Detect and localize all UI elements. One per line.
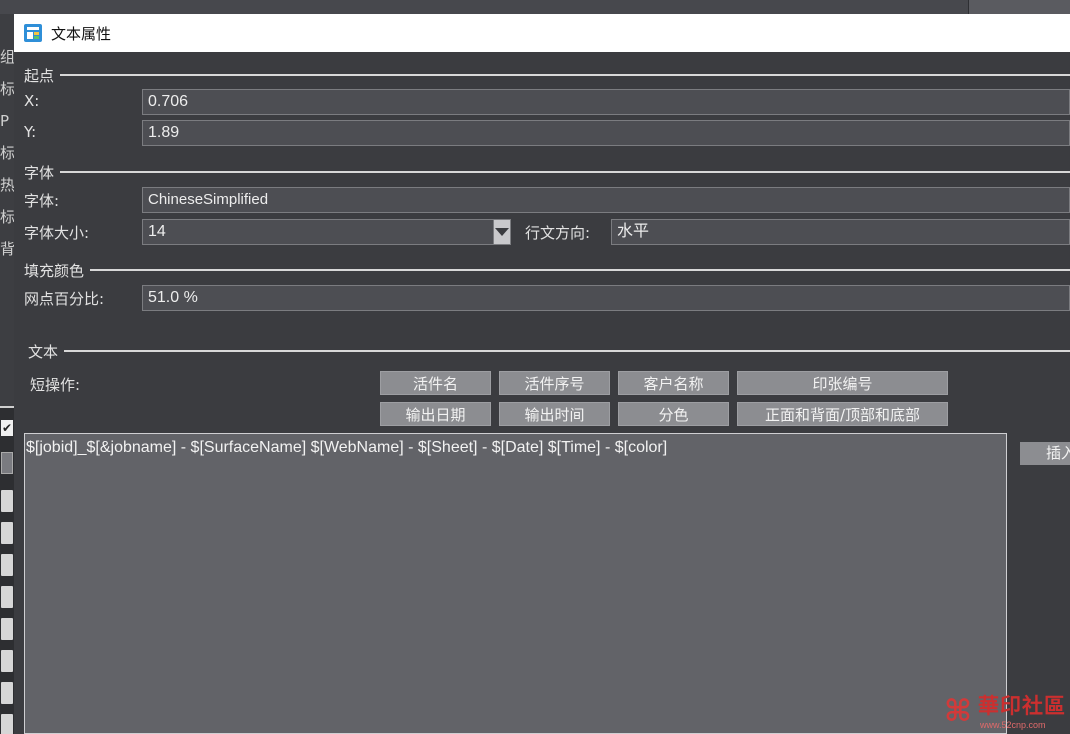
background-field[interactable] — [1, 452, 13, 474]
background-label: 标 — [0, 208, 14, 226]
watermark-logo-icon: ⌘ — [944, 694, 972, 729]
dialog-titlebar[interactable]: 文本属性 — [14, 14, 1070, 52]
section-text: 文本 — [28, 341, 1070, 361]
section-fill-title: 填充颜色 — [24, 261, 85, 280]
y-input[interactable]: 1.89 — [142, 120, 1070, 146]
section-font-title: 字体 — [24, 163, 55, 182]
job-name-button[interactable]: 活件名 — [380, 371, 491, 395]
background-label: 标 — [0, 144, 14, 162]
text-content-area[interactable]: $[jobid]_$[&jobname] - $[SurfaceName] $[… — [24, 433, 1007, 734]
dot-percent-input[interactable]: 51.0 % — [142, 285, 1070, 311]
rect-tool-icon[interactable] — [1, 618, 13, 640]
output-time-button[interactable]: 输出时间 — [499, 402, 610, 426]
section-divider — [60, 74, 1070, 76]
x-input[interactable]: 0.706 — [142, 89, 1070, 115]
output-date-button[interactable]: 输出日期 — [380, 402, 491, 426]
insert-button[interactable]: 插入 — [1020, 442, 1070, 465]
section-divider — [64, 350, 1070, 352]
site-watermark: ⌘ 華印社區 www.52cnp.com — [940, 692, 1070, 734]
dot-percent-label: 网点百分比: — [24, 290, 105, 308]
section-origin-title: 起点 — [24, 66, 55, 85]
font-label: 字体: — [24, 192, 60, 210]
x-label: X: — [24, 92, 40, 110]
watermark-url: www.52cnp.com — [980, 720, 1046, 730]
select-tool-icon[interactable] — [1, 490, 13, 512]
section-fill-color: 填充颜色 — [24, 260, 1070, 280]
hand-tool-icon[interactable] — [1, 522, 13, 544]
background-label: P — [0, 112, 10, 130]
section-origin: 起点 — [24, 65, 1070, 85]
section-divider — [60, 171, 1070, 173]
text-direction-select[interactable]: 水平 — [611, 219, 1070, 245]
y-label: Y: — [24, 123, 37, 141]
ellipse-tool-icon[interactable] — [1, 554, 13, 576]
text-properties-dialog: 文本属性 起点 X: 0.706 Y: 1.89 字体 字体: ChineseS… — [14, 14, 1070, 734]
shortcut-label: 短操作: — [30, 376, 81, 394]
separation-button[interactable]: 分色 — [618, 402, 729, 426]
customer-name-button[interactable]: 客户名称 — [618, 371, 729, 395]
sheet-number-button[interactable]: 印张编号 — [737, 371, 948, 395]
font-size-label: 字体大小: — [24, 224, 90, 242]
stamp-tool-icon[interactable] — [1, 650, 13, 672]
chevron-down-icon[interactable] — [493, 219, 511, 245]
background-label: 标 — [0, 80, 14, 98]
background-label: 组 — [0, 48, 14, 66]
font-size-select[interactable]: 14 — [142, 219, 494, 245]
job-number-button[interactable]: 活件序号 — [499, 371, 610, 395]
text-direction-label: 行文方向: — [525, 224, 591, 242]
background-label: 热 — [0, 176, 14, 194]
background-app-toolbar — [0, 0, 1070, 14]
extra-tool-icon[interactable] — [1, 714, 13, 734]
section-font: 字体 — [24, 162, 1070, 182]
front-back-button[interactable]: 正面和背面/顶部和底部 — [737, 402, 948, 426]
dialog-title: 文本属性 — [51, 24, 112, 43]
mark-tool-icon[interactable] — [1, 682, 13, 704]
watermark-name: 華印社區 — [978, 693, 1066, 718]
section-divider — [90, 269, 1070, 271]
font-input[interactable]: ChineseSimplified — [142, 187, 1070, 213]
background-checkbox[interactable]: ✔ — [1, 420, 13, 436]
app-icon — [23, 23, 43, 43]
background-label: 背 — [0, 240, 14, 258]
line-tool-icon[interactable] — [1, 586, 13, 608]
section-text-title: 文本 — [28, 342, 59, 361]
